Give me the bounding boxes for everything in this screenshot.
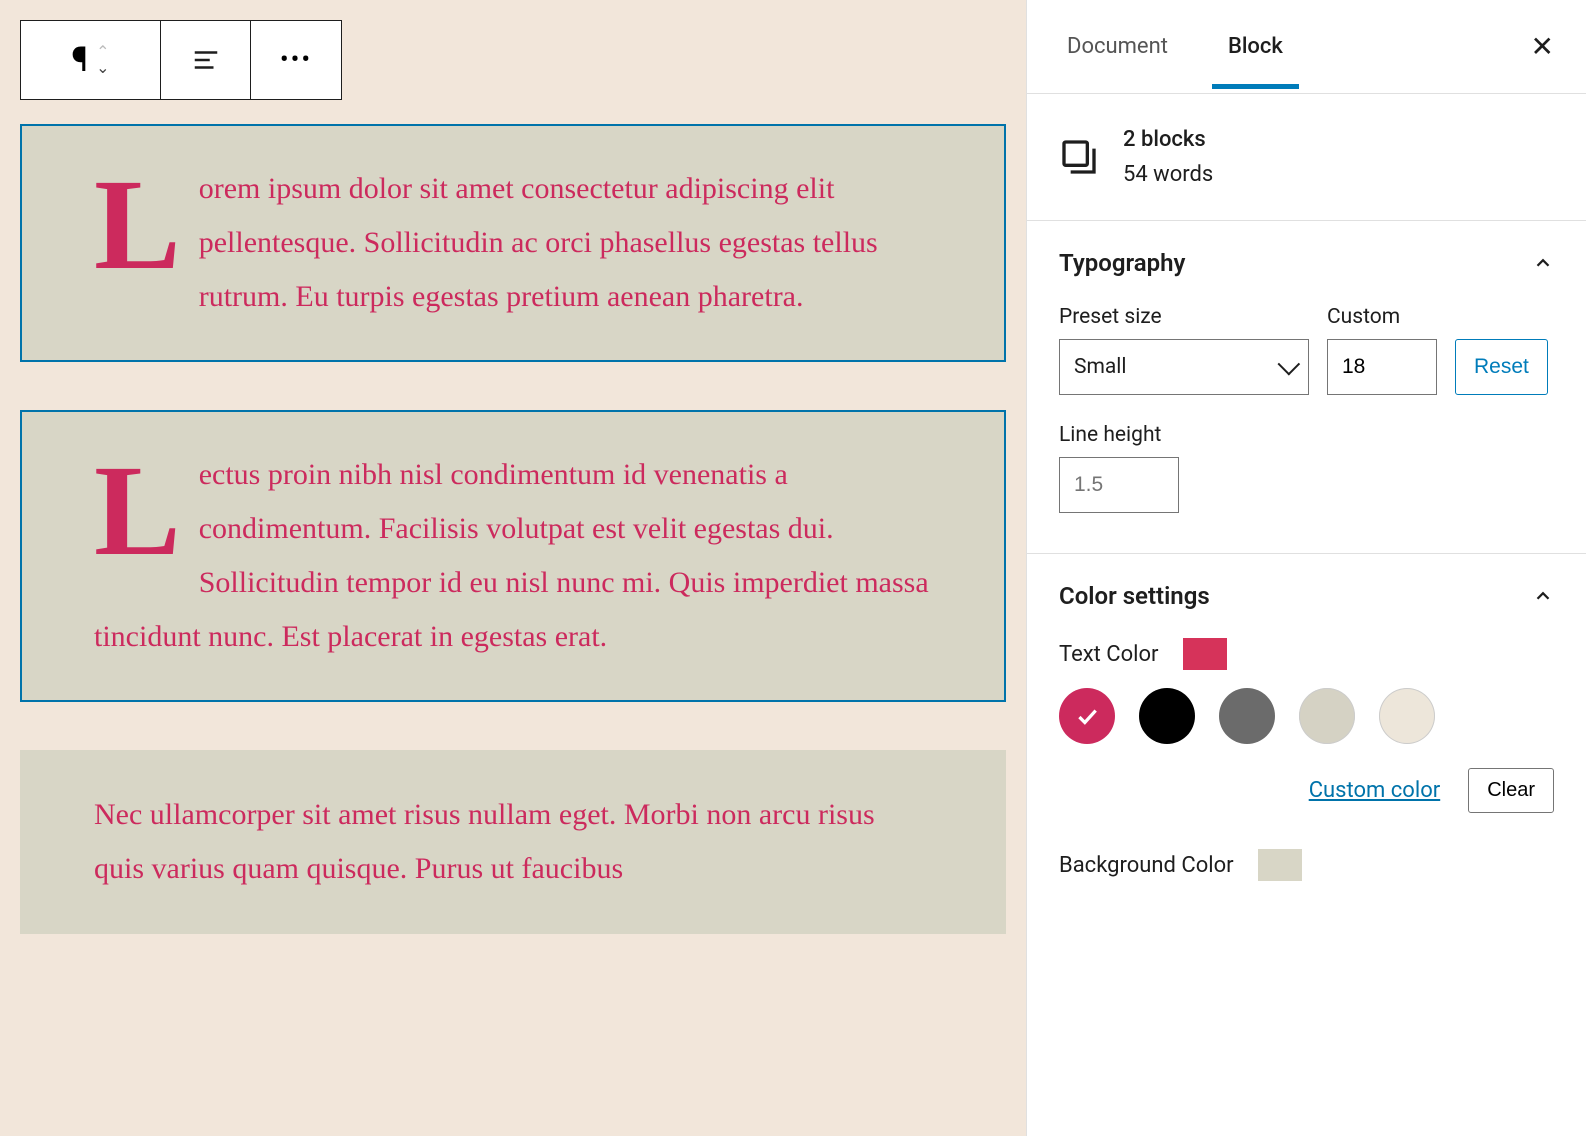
line-height-input[interactable] [1059,457,1179,513]
sidebar-tabs: Document Block ✕ [1027,0,1586,94]
panel-title: Color settings [1059,582,1210,610]
close-sidebar-button[interactable]: ✕ [1523,22,1562,71]
typography-panel: Typography Preset size Small Custom Rese… [1027,221,1586,554]
bg-color-swatch [1258,849,1302,881]
color-panel-toggle[interactable]: Color settings [1059,582,1554,610]
close-icon: ✕ [1531,30,1554,63]
align-left-icon [191,45,221,75]
color-panel: Color settings Text Color Custom color C… [1027,554,1586,939]
chevron-up-icon [1532,585,1554,607]
color-swatch[interactable] [1379,688,1435,744]
paragraph-text[interactable]: Lectus proin nibh nisl condimentum id ve… [94,448,932,664]
preset-size-label: Preset size [1059,305,1309,329]
chevron-up-icon [1532,252,1554,274]
color-swatch[interactable] [1219,688,1275,744]
tab-block[interactable]: Block [1212,4,1299,89]
settings-sidebar: Document Block ✕ 2 blocks 54 words Typog… [1026,0,1586,1136]
custom-size-input[interactable] [1327,339,1437,395]
panel-title: Typography [1059,249,1185,277]
more-options-button[interactable]: ••• [251,21,341,99]
color-swatch[interactable] [1139,688,1195,744]
block-type-switcher[interactable]: ¶ ⌃ ⌄ [21,21,161,99]
bg-color-label: Background Color [1059,853,1234,878]
typography-panel-toggle[interactable]: Typography [1059,249,1554,277]
tab-document[interactable]: Document [1051,4,1184,89]
clear-color-button[interactable]: Clear [1468,768,1554,813]
editor-canvas: ¶ ⌃ ⌄ ••• Lorem ipsum dolor sit amet con… [0,0,1026,1136]
check-icon [1074,703,1100,729]
line-height-label: Line height [1059,423,1554,447]
paragraph-text[interactable]: Lorem ipsum dolor sit amet consectetur a… [94,162,932,324]
block-count: 2 blocks [1123,122,1213,157]
block-mover[interactable]: ⌃ ⌄ [96,44,109,76]
custom-color-link[interactable]: Custom color [1309,778,1441,803]
block-toolbar: ¶ ⌃ ⌄ ••• [20,20,342,100]
align-button[interactable] [161,21,251,99]
paragraph-block[interactable]: Lorem ipsum dolor sit amet consectetur a… [20,124,1006,362]
block-summary: 2 blocks 54 words [1027,94,1586,221]
color-swatch[interactable] [1299,688,1355,744]
dots-icon: ••• [280,45,312,75]
paragraph-block[interactable]: Lectus proin nibh nisl condimentum id ve… [20,410,1006,702]
paragraph-icon: ¶ [71,40,88,80]
text-color-swatch [1183,638,1227,670]
paragraph-text[interactable]: Nec ullamcorper sit amet risus nullam eg… [94,788,932,896]
multi-block-icon [1059,137,1099,177]
paragraph-block[interactable]: Nec ullamcorper sit amet risus nullam eg… [20,750,1006,934]
word-count: 54 words [1123,157,1213,192]
text-color-swatches [1059,688,1554,744]
reset-size-button[interactable]: Reset [1455,339,1548,395]
custom-size-label: Custom [1327,305,1437,329]
preset-size-select[interactable]: Small [1059,339,1309,395]
color-swatch[interactable] [1059,688,1115,744]
text-color-label: Text Color [1059,642,1159,667]
chevron-down-icon: ⌄ [96,60,109,76]
